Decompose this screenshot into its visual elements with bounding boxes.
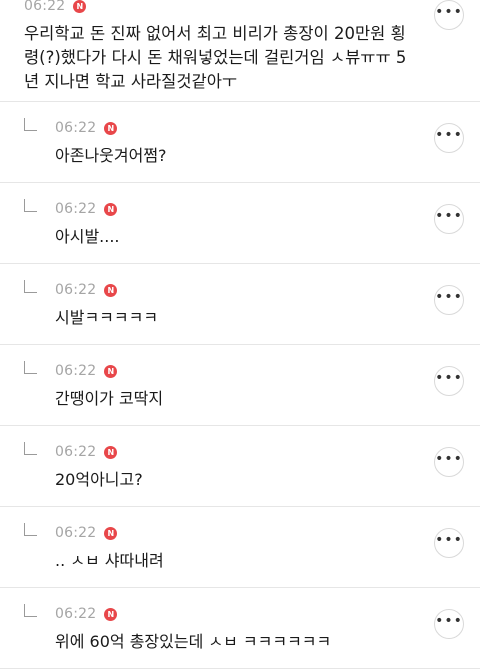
reply-time: 06:22	[55, 363, 97, 379]
reply-meta: 06:22 N	[55, 201, 118, 217]
comment-post: 06:22 N 우리학교 돈 진짜 없어서 최고 비리가 총장이 20만원 횡령…	[0, 0, 480, 102]
reply-text: 시발ㅋㅋㅋㅋㅋ	[55, 308, 159, 327]
reply-item: 06:22 N 20억아니고? •••	[0, 426, 480, 507]
new-badge: N	[104, 283, 118, 297]
more-icon: •••	[435, 208, 463, 224]
reply-meta: 06:22 N	[55, 606, 118, 622]
new-badge: N	[104, 364, 118, 378]
reply-item: 06:22 N 간땡이가 코딱지 •••	[0, 345, 480, 426]
more-options-button[interactable]: •••	[434, 528, 464, 558]
more-options-button[interactable]: •••	[434, 366, 464, 396]
reply-arrow-icon	[24, 523, 37, 536]
new-badge: N	[104, 121, 118, 135]
reply-text: 아존나웃겨어쩜?	[55, 146, 167, 165]
more-options-button[interactable]: •••	[434, 285, 464, 315]
reply-time: 06:22	[55, 282, 97, 298]
comment-time: 06:22	[24, 0, 66, 14]
more-icon: •••	[435, 289, 463, 305]
new-badge: N	[104, 526, 118, 540]
reply-text: 위에 60억 총장있는데 ㅅㅂ ㅋㅋㅋㅋㅋㅋ	[55, 632, 332, 651]
more-icon: •••	[435, 451, 463, 467]
reply-meta: 06:22 N	[55, 120, 118, 136]
reply-time: 06:22	[55, 606, 97, 622]
reply-time: 06:22	[55, 444, 97, 460]
reply-arrow-icon	[24, 280, 37, 293]
reply-time: 06:22	[55, 525, 97, 541]
new-badge: N	[104, 445, 118, 459]
reply-arrow-icon	[24, 118, 37, 131]
comment-meta: 06:22 N	[24, 0, 87, 14]
new-badge: N	[73, 0, 87, 13]
reply-item: 06:22 N 아시발.... •••	[0, 183, 480, 264]
reply-meta: 06:22 N	[55, 525, 118, 541]
more-options-button[interactable]: •••	[434, 447, 464, 477]
reply-arrow-icon	[24, 442, 37, 455]
more-icon: •••	[435, 127, 463, 143]
new-badge: N	[104, 607, 118, 621]
more-options-button[interactable]: •••	[434, 0, 464, 30]
reply-item: 06:22 N 시발ㅋㅋㅋㅋㅋ •••	[0, 264, 480, 345]
new-badge: N	[104, 202, 118, 216]
more-icon: •••	[435, 4, 463, 20]
reply-arrow-icon	[24, 361, 37, 374]
reply-meta: 06:22 N	[55, 282, 118, 298]
reply-text: 아시발....	[55, 227, 120, 246]
more-icon: •••	[435, 613, 463, 629]
reply-text: 20억아니고?	[55, 470, 143, 489]
more-options-button[interactable]: •••	[434, 123, 464, 153]
reply-arrow-icon	[24, 199, 37, 212]
reply-text: .. ㅅㅂ 샤따내려	[55, 551, 164, 570]
comment-thread: 06:22 N 우리학교 돈 진짜 없어서 최고 비리가 총장이 20만원 횡령…	[0, 0, 480, 669]
reply-meta: 06:22 N	[55, 363, 118, 379]
comment-text: 우리학교 돈 진짜 없어서 최고 비리가 총장이 20만원 횡령(?)했다가 다…	[24, 24, 407, 91]
reply-item: 06:22 N .. ㅅㅂ 샤따내려 •••	[0, 507, 480, 588]
reply-arrow-icon	[24, 604, 37, 617]
reply-meta: 06:22 N	[55, 444, 118, 460]
reply-item: 06:22 N 위에 60억 총장있는데 ㅅㅂ ㅋㅋㅋㅋㅋㅋ •••	[0, 588, 480, 669]
reply-text: 간땡이가 코딱지	[55, 389, 164, 408]
reply-time: 06:22	[55, 201, 97, 217]
more-icon: •••	[435, 370, 463, 386]
reply-item: 06:22 N 아존나웃겨어쩜? •••	[0, 102, 480, 183]
more-icon: •••	[435, 532, 463, 548]
more-options-button[interactable]: •••	[434, 609, 464, 639]
more-options-button[interactable]: •••	[434, 204, 464, 234]
reply-time: 06:22	[55, 120, 97, 136]
